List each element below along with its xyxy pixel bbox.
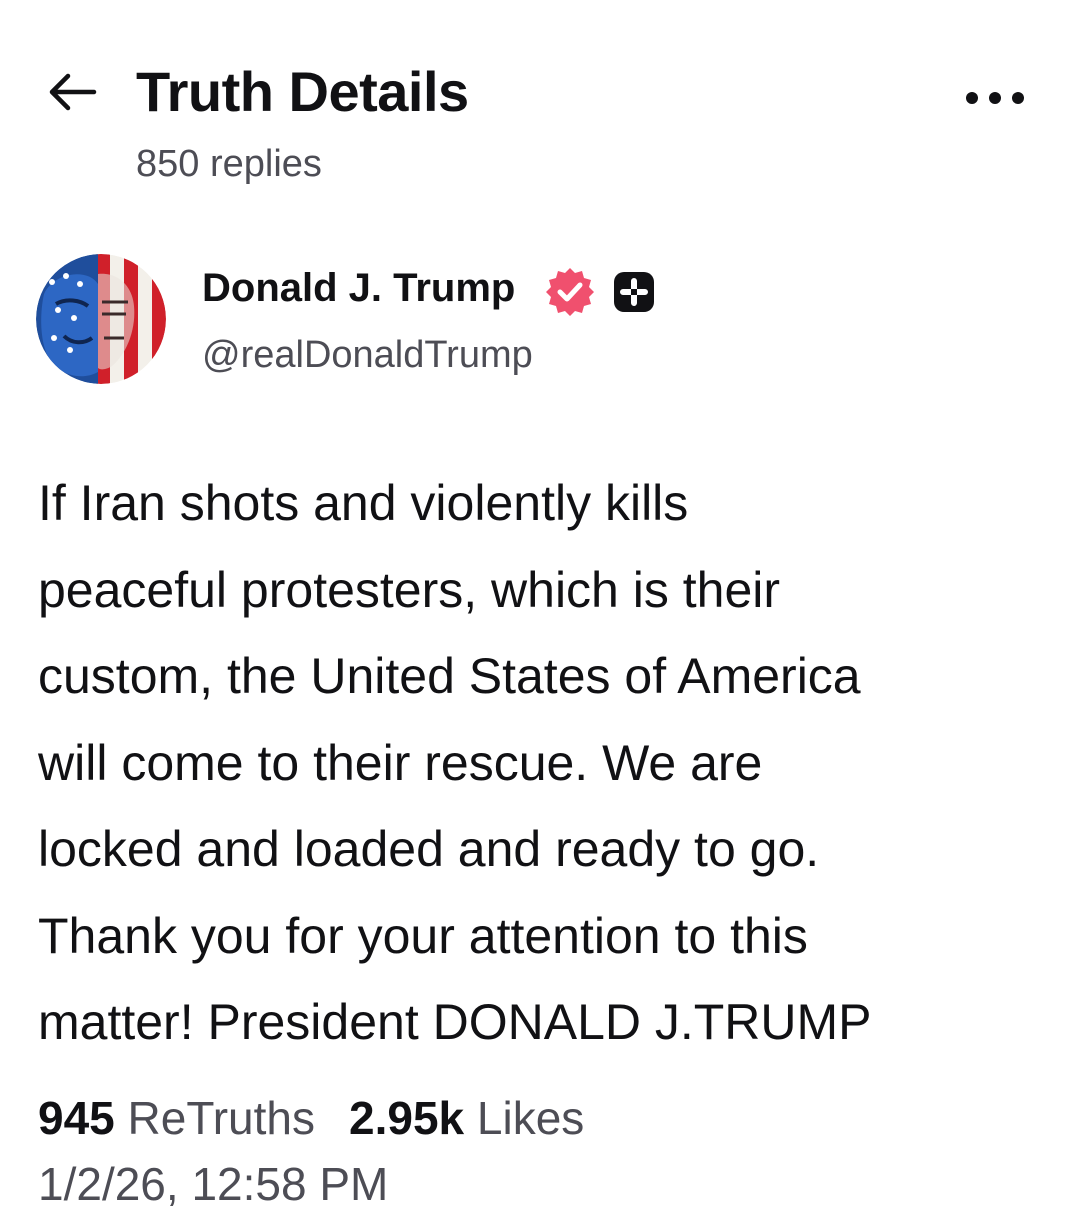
likes-count: 2.95k [349, 1092, 465, 1144]
post-text-line: Thank you for your attention to this [38, 907, 808, 964]
post-text: If Iran shots and violently kills peacef… [38, 460, 1058, 1066]
post-text-line: peaceful protesters, which is their [38, 561, 781, 618]
post-author: Donald J. Trump @realDonaldTrump [0, 240, 1080, 400]
likes-label: Likes [476, 1092, 585, 1144]
post-text-line: matter! President DONALD J.TRUMP [38, 994, 872, 1050]
post-text-line: will come to their rescue. We are [38, 734, 763, 791]
retruths-count: 945 [38, 1092, 115, 1144]
post-stats: 945 ReTruths 2.95k Likes [38, 1090, 584, 1146]
more-horizontal-icon [966, 92, 1024, 104]
avatar-image [36, 254, 166, 384]
reply-count: 850 replies [136, 143, 322, 185]
back-button[interactable] [44, 70, 100, 114]
verified-badge-icon [546, 268, 594, 316]
page-title: Truth Details [136, 60, 469, 123]
post-text-line: If Iran shots and violently kills [38, 475, 689, 531]
likes-stat[interactable]: 2.95k Likes [349, 1090, 584, 1146]
more-options-button[interactable] [960, 80, 1030, 116]
truth-plus-badge-icon [614, 272, 654, 312]
retruths-label: ReTruths [127, 1092, 315, 1144]
retruths-stat[interactable]: 945 ReTruths [38, 1090, 315, 1146]
header: Truth Details 850 replies [0, 0, 1080, 210]
post-text-line: locked and loaded and ready to go. [38, 821, 820, 877]
avatar[interactable] [36, 254, 166, 384]
arrow-left-icon [49, 73, 97, 111]
author-handle[interactable]: @realDonaldTrump [202, 332, 533, 378]
author-display-name[interactable]: Donald J. Trump [202, 264, 515, 312]
post-timestamp: 1/2/26, 12:58 PM [38, 1158, 389, 1210]
post-text-line: custom, the United States of America [38, 648, 861, 704]
